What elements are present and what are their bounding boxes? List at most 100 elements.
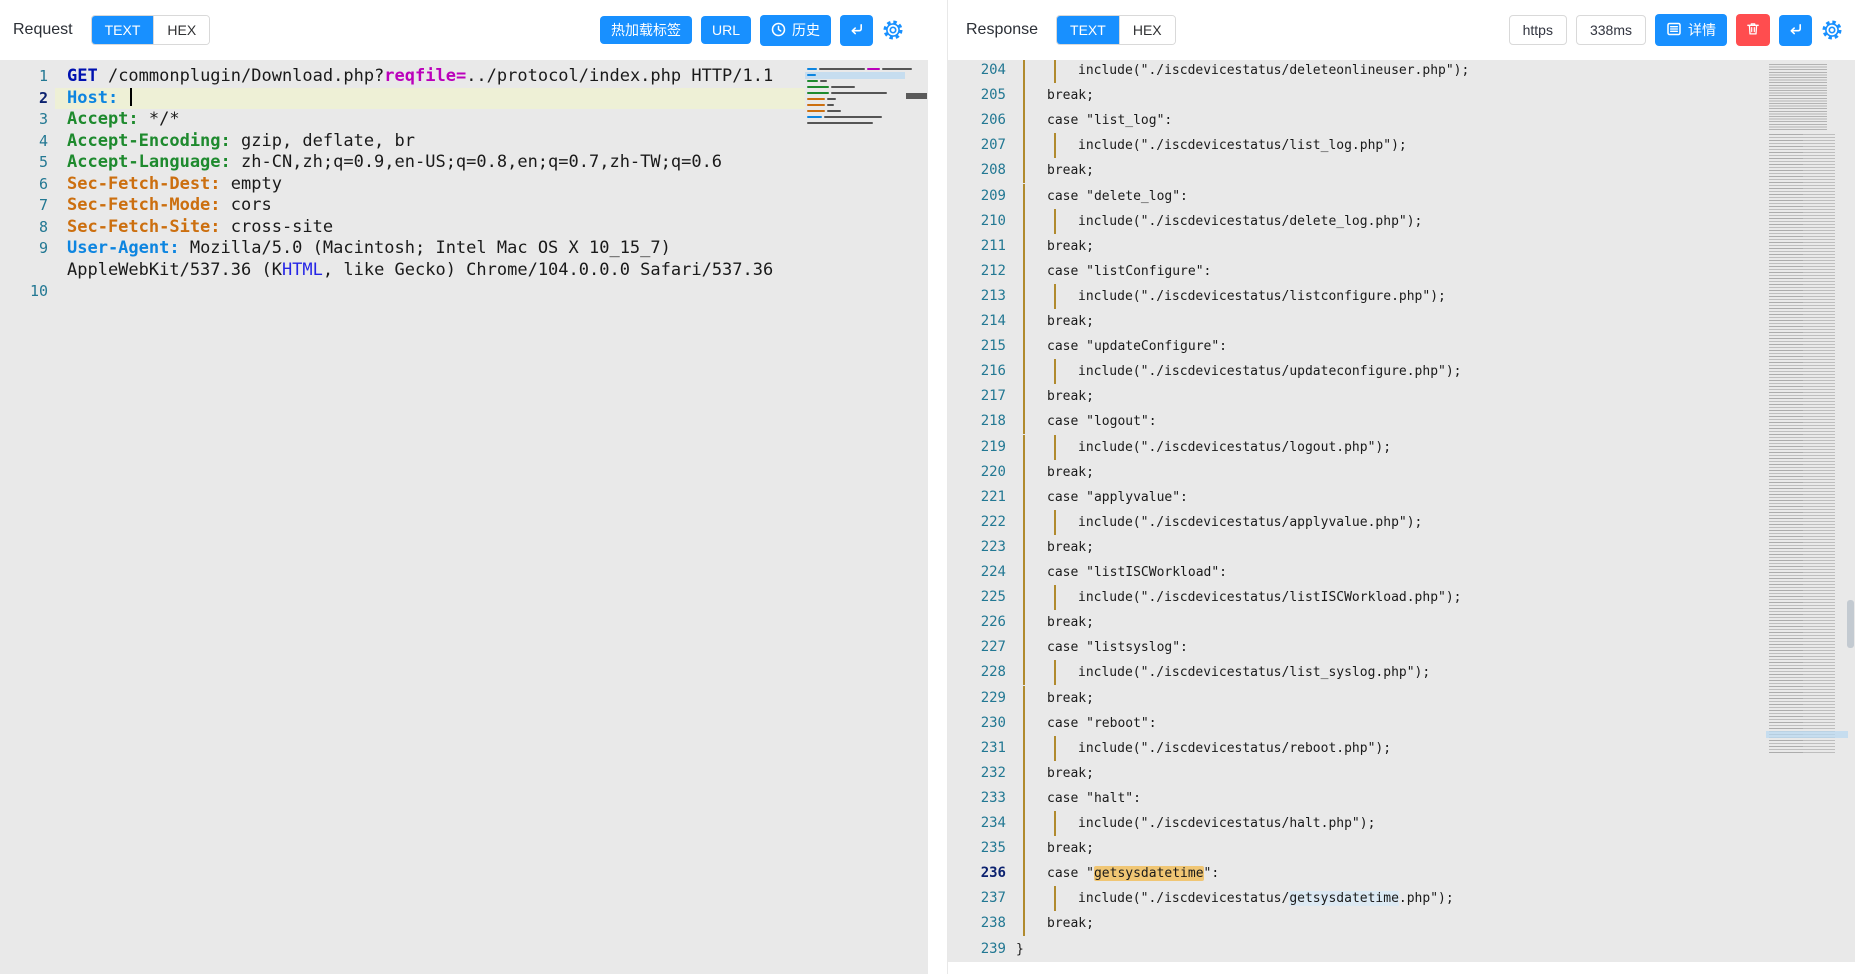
code-line: 211break; [948,234,1855,259]
text-cursor [130,88,132,106]
line-number: 222 [948,510,1006,535]
send-request-button[interactable] [840,15,873,46]
code-line: AppleWebKit/537.36 (KHTML, like Gecko) C… [0,260,928,282]
line-number: 224 [948,560,1006,585]
history-label: 历史 [792,23,820,37]
line-number: 228 [948,660,1006,685]
details-button[interactable]: 详情 [1655,14,1727,46]
send-from-response-button[interactable] [1779,15,1812,46]
response-title: Response [966,21,1038,39]
line-number: 216 [948,359,1006,384]
hot-reload-button[interactable]: 热加载标签 [600,16,692,44]
line-number: 7 [0,195,48,217]
line-number: 234 [948,811,1006,836]
indent-guide [1023,761,1025,786]
trash-icon [1745,21,1761,39]
code-line: 217break; [948,384,1855,409]
request-view-toggle: TEXT HEX [91,15,211,45]
code-line: 234include("./iscdevicestatus/halt.php")… [948,811,1855,836]
editor-end-space [948,962,1855,974]
indent-guide [1023,158,1025,183]
line-number: 238 [948,911,1006,936]
url-button[interactable]: URL [701,16,751,44]
indent-guide [1023,83,1025,108]
history-button[interactable]: 历史 [760,15,831,46]
protocol-badge: https [1509,15,1567,45]
line-number: 225 [948,585,1006,610]
indent-guide [1023,610,1025,635]
request-editor[interactable]: 1GET /commonplugin/Download.php?reqfile=… [0,60,928,974]
code-line: 238break; [948,911,1855,936]
code-line: 228include("./iscdevicestatus/list_syslo… [948,660,1855,685]
line-number: 235 [948,836,1006,861]
indent-guide [1023,359,1025,384]
line-number: 227 [948,635,1006,660]
indent-guide [1054,585,1056,610]
code-line: 235break; [948,836,1855,861]
current-line-highlight [55,88,805,110]
gear-icon[interactable] [1821,19,1843,41]
indent-guide [1023,209,1025,234]
request-panel: Request TEXT HEX 热加载标签 URL 历史 [0,0,928,974]
code-line: 207include("./iscdevicestatus/list_log.p… [948,133,1855,158]
indent-guide [1023,786,1025,811]
indent-guide [1023,184,1025,209]
code-line: 239} [948,937,1855,962]
indent-guide [1054,209,1056,234]
request-tab-text[interactable]: TEXT [92,16,154,44]
indent-guide [1023,535,1025,560]
line-number: 231 [948,736,1006,761]
response-toolbar: https 338ms 详情 [1509,14,1843,46]
indent-guide [1054,435,1056,460]
line-number: 219 [948,435,1006,460]
indent-guide [1023,711,1025,736]
code-line: 210include("./iscdevicestatus/delete_log… [948,209,1855,234]
line-number: 208 [948,158,1006,183]
line-number: 206 [948,108,1006,133]
indent-guide [1023,861,1025,886]
line-number: 232 [948,761,1006,786]
code-line: 225include("./iscdevicestatus/listISCWor… [948,585,1855,610]
response-tab-hex[interactable]: HEX [1119,16,1175,44]
code-line: 216include("./iscdevicestatus/updateconf… [948,359,1855,384]
indent-guide [1054,886,1056,911]
code-line: 3Accept: */* [0,109,928,131]
indent-guide [1023,836,1025,861]
line-number: 10 [0,281,48,303]
code-line: 219include("./iscdevicestatus/logout.php… [948,435,1855,460]
line-number: 1 [0,66,48,88]
code-line: 231include("./iscdevicestatus/reboot.php… [948,736,1855,761]
response-tab-text[interactable]: TEXT [1057,16,1119,44]
request-tab-hex[interactable]: HEX [153,16,209,44]
gear-icon[interactable] [882,19,904,41]
line-number: 212 [948,259,1006,284]
line-number: 226 [948,610,1006,635]
indent-guide [1054,660,1056,685]
indent-guide [1023,284,1025,309]
code-line: 213include("./iscdevicestatus/listconfig… [948,284,1855,309]
code-line: 206case "list_log": [948,108,1855,133]
clear-response-button[interactable] [1736,14,1770,46]
code-line: 218case "logout": [948,409,1855,434]
indent-guide [1054,736,1056,761]
response-view-toggle: TEXT HEX [1056,15,1176,45]
indent-guide [1023,460,1025,485]
http-fuzzer-page: Request TEXT HEX 热加载标签 URL 历史 [0,0,1855,974]
code-line: 8Sec-Fetch-Site: cross-site [0,217,928,239]
indent-guide [1023,911,1025,936]
line-number: 220 [948,460,1006,485]
code-line: 230case "reboot": [948,711,1855,736]
code-line: 233case "halt": [948,786,1855,811]
indent-guide [1023,108,1025,133]
line-number: 209 [948,184,1006,209]
response-editor[interactable]: 204include("./iscdevicestatus/deleteonli… [948,60,1855,974]
code-line: 226break; [948,610,1855,635]
duration-badge: 338ms [1576,15,1646,45]
code-line: 2Host: [0,88,928,110]
line-number: 210 [948,209,1006,234]
indent-guide [1023,133,1025,158]
code-line: 237include("./iscdevicestatus/getsysdate… [948,886,1855,911]
indent-guide [1023,635,1025,660]
indent-guide [1023,60,1025,83]
line-number: 2 [0,88,48,110]
